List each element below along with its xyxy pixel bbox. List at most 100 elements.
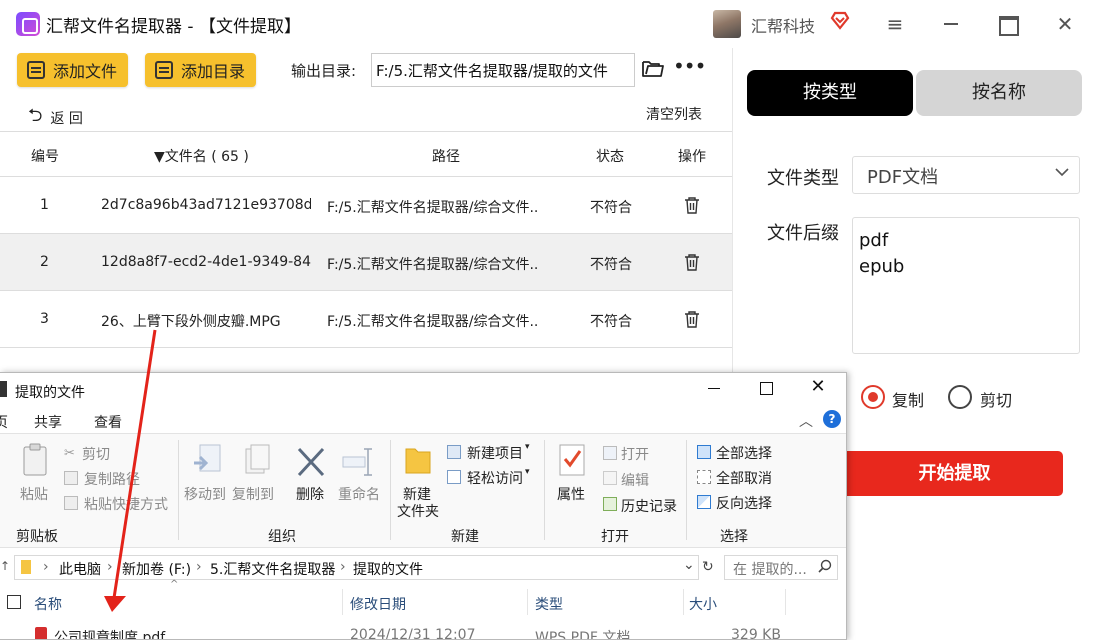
select-all-checkbox[interactable] [7,595,21,609]
trash-icon[interactable] [684,310,700,328]
move-to-button[interactable]: 移动到 [184,484,226,504]
column-divider[interactable] [785,589,786,615]
select-all-button[interactable]: 全部选择 [716,443,772,463]
scissors-icon: ✂ [64,446,75,461]
column-divider[interactable] [342,589,343,615]
history-button[interactable]: 历史记录 [621,496,677,516]
tab-by-type[interactable]: 按类型 [747,70,913,116]
radio-copy[interactable] [861,385,885,409]
file-type-label: 文件类型 [767,168,839,189]
tab-by-name[interactable]: 按名称 [916,70,1082,116]
breadcrumb-drive[interactable]: 新加卷 (F:) [122,559,191,579]
output-dir-input[interactable]: F:/5.汇帮文件名提取器/提取的文件 [371,53,635,87]
address-dropdown-icon[interactable]: ⌄ [683,557,695,573]
header-number: 编号 [31,149,59,165]
column-name[interactable]: 名称 [34,594,62,614]
breadcrumb-this-pc[interactable]: 此电脑 [59,559,101,579]
trash-icon[interactable] [684,253,700,271]
properties-icon [559,444,585,476]
rename-button[interactable]: 重命名 [338,484,380,504]
row-number: 2 [40,254,49,270]
open-button[interactable]: 打开 [621,444,649,464]
back-button[interactable]: ⮌ 返 回 [28,103,83,133]
maximize-icon[interactable] [756,377,776,397]
column-size[interactable]: 大小 [689,594,717,614]
file-date: 2024/12/31 12:07 [350,627,476,640]
help-icon[interactable]: ? [823,410,841,428]
table-row[interactable]: 3 26、上臂下段外侧皮瓣.MPG F:/5.汇帮文件名提取器/综合文件... … [0,291,732,348]
new-folder-icon [405,448,431,474]
tab-view[interactable]: 查看 [94,412,122,432]
ribbon-divider [178,440,179,540]
column-divider[interactable] [527,589,528,615]
radio-cut[interactable] [948,385,972,409]
minimize-icon[interactable] [938,12,964,36]
copy-to-button[interactable]: 复制到 [232,484,274,504]
paste-shortcut-button[interactable]: 粘贴快捷方式 [84,494,168,514]
tab-share[interactable]: 共享 [34,412,62,432]
column-type[interactable]: 类型 [535,594,563,614]
chevron-down-icon: ▾ [525,467,530,477]
file-type-select[interactable]: PDF文档 [852,156,1080,194]
clear-list-button[interactable]: 清空列表 [646,104,702,124]
delete-button[interactable]: 删除 [296,484,324,504]
folder-open-icon[interactable] [642,59,664,78]
hamburger-icon[interactable]: ≡ [882,12,908,36]
breadcrumb-folder[interactable]: 5.汇帮文件名提取器 [210,559,335,579]
document-icon [27,61,45,79]
move-to-icon [194,444,221,472]
maximize-icon[interactable] [995,12,1021,36]
address-bar[interactable]: › 此电脑 › 新加卷 (F:) › 5.汇帮文件名提取器 › 提取的文件 ⌄ [14,555,699,580]
add-file-button[interactable]: 添加文件 [17,53,128,87]
table-header: 编号 ▼文件名 ( 65 ) 路径 状态 操作 [0,131,732,177]
more-options-icon[interactable]: ••• [673,56,706,80]
header-status: 状态 [596,149,624,165]
row-filename: 2d7c8a96b43ad7121e93708df... [101,197,311,213]
column-date[interactable]: 修改日期 [350,594,406,614]
user-avatar[interactable] [713,10,741,38]
cut-button[interactable]: 剪切 [82,444,110,464]
select-all-icon [697,445,711,459]
explorer-title: 提取的文件 [15,385,85,401]
properties-button[interactable]: 属性 [557,484,585,504]
search-icon[interactable] [818,559,832,573]
explorer-window: 提取的文件 ✕ 页 共享 查看 ︿ ? 粘贴 ✂ 剪切 复制路径 粘贴快捷方式 … [0,372,847,640]
breadcrumb-current[interactable]: 提取的文件 [353,559,423,579]
sort-caret-icon: ^ [170,579,179,590]
header-filename[interactable]: ▼文件名 ( 65 ) [154,146,249,166]
chevron-down-icon[interactable] [1054,164,1070,180]
file-table: 编号 ▼文件名 ( 65 ) 路径 状态 操作 1 2d7c8a96b43ad7… [0,131,732,371]
ribbon-divider [544,440,545,540]
table-row[interactable]: 1 2d7c8a96b43ad7121e93708df... F:/5.汇帮文件… [0,177,732,234]
add-directory-button[interactable]: 添加目录 [145,53,256,87]
new-folder-button-line2[interactable]: 文件夹 [397,501,439,521]
header-path: 路径 [432,149,460,165]
invert-selection-button[interactable]: 反向选择 [716,493,772,513]
copy-path-button[interactable]: 复制路径 [84,469,140,489]
column-divider[interactable] [683,589,684,615]
easy-access-button[interactable]: 轻松访问 [467,468,523,488]
select-none-button[interactable]: 全部取消 [716,468,772,488]
edit-button[interactable]: 编辑 [621,470,649,490]
paste-button[interactable]: 粘贴 [20,484,48,504]
collapse-ribbon-icon[interactable]: ︿ [799,411,813,431]
heart-diamond-icon[interactable] [829,9,851,31]
new-item-button[interactable]: 新建项目 [467,443,523,463]
close-icon[interactable]: ✕ [808,377,828,397]
tab-home[interactable]: 页 [0,412,8,432]
trash-icon[interactable] [684,196,700,214]
up-arrow-icon[interactable]: ↑ [0,559,10,573]
list-item[interactable]: 公司规章制度.pdf 2024/12/31 12:07 WPS PDF 文档 3… [0,623,846,640]
open-group-label: 打开 [601,529,629,545]
app-logo-icon [16,12,40,36]
clipboard-group-label: 剪贴板 [16,529,58,545]
table-row[interactable]: 2 12d8a8f7-ecd2-4de1-9349-84... F:/5.汇帮文… [0,234,732,291]
copy-to-icon [245,444,270,474]
edit-icon [603,471,617,485]
company-name[interactable]: 汇帮科技 [751,13,815,37]
close-icon[interactable]: ✕ [1052,12,1078,36]
file-suffix-textarea[interactable]: pdf epub [852,217,1080,354]
refresh-icon[interactable]: ↻ [702,559,714,575]
start-extract-button[interactable]: 开始提取 [846,451,1063,496]
minimize-icon[interactable] [704,377,724,397]
